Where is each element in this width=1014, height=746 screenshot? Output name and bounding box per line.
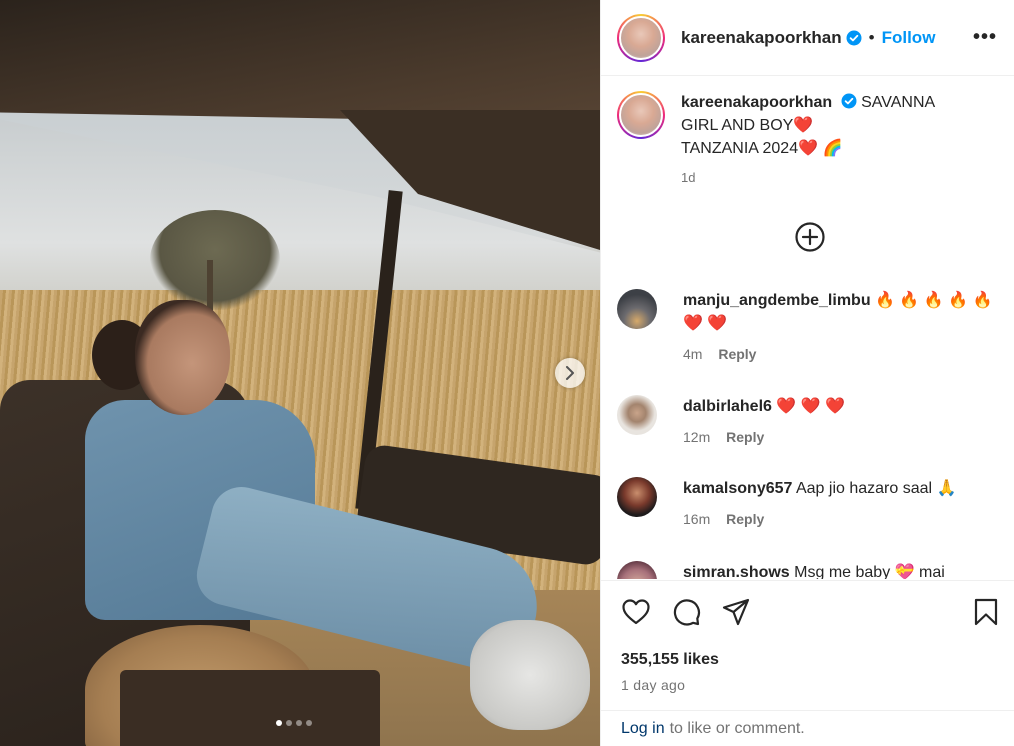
carousel-dot [306, 720, 312, 726]
reply-button[interactable]: Reply [726, 511, 764, 527]
commenter-username[interactable]: simran.shows [683, 564, 790, 579]
caption-line-2: GIRL AND BOY❤️ [681, 117, 814, 134]
caption-username[interactable]: kareenakapoorkhan [681, 94, 832, 111]
carousel-dot [276, 720, 282, 726]
commenter-avatar[interactable] [617, 477, 657, 517]
comment-time: 12m [683, 429, 711, 445]
person-head [135, 300, 230, 415]
commenter-username[interactable]: dalbirlahel6 [683, 398, 772, 415]
comment-text: ❤️ ❤️ ❤️ [776, 398, 846, 415]
post-header: kareenakapoorkhan • Follow ••• [601, 0, 1014, 76]
comment-time: 16m [683, 511, 711, 527]
login-prompt-text: to like or comment. [669, 719, 805, 737]
caption-author-avatar[interactable] [617, 91, 665, 139]
comment-time: 4m [683, 346, 703, 362]
verified-badge-icon [841, 93, 857, 109]
reply-button[interactable]: Reply [726, 429, 764, 445]
commenter-username[interactable]: kamalsony657 [683, 480, 792, 497]
bookmark-icon[interactable] [971, 597, 1001, 627]
separator-dot: • [868, 27, 875, 47]
heart-icon[interactable] [621, 597, 651, 627]
commenter-avatar[interactable] [617, 395, 657, 435]
post-actions: 355,155 likes 1 day ago [601, 580, 1014, 710]
acacia-tree [150, 210, 280, 310]
next-slide-button[interactable] [555, 358, 585, 388]
add-circle-icon[interactable] [794, 221, 826, 253]
post-caption: kareenakapoorkhan SAVANNA GIRL AND BOY❤️… [617, 91, 981, 189]
sneaker [470, 620, 590, 730]
commenter-avatar[interactable] [617, 561, 657, 579]
commenter-avatar[interactable] [617, 289, 657, 329]
post-date: 1 day ago [621, 677, 686, 693]
login-link[interactable]: Log in [621, 720, 665, 738]
share-icon[interactable] [721, 597, 751, 627]
comment-item: simran.shows Msg me baby 💝 mai [617, 561, 1003, 579]
post-photo[interactable] [0, 0, 600, 746]
commenter-username[interactable]: manju_angdembe_limbu [683, 292, 871, 309]
caption-time: 1d [681, 170, 696, 185]
likes-count[interactable]: 355,155 likes [621, 651, 719, 669]
vehicle-box [120, 670, 380, 746]
caption-line-3: TANZANIA 2024❤️ 🌈 [681, 140, 843, 157]
post-details-panel: kareenakapoorkhan • Follow ••• kareenaka… [600, 0, 1014, 746]
login-prompt: Log in to like or comment. [601, 710, 1014, 746]
comment-item: manju_angdembe_limbu 🔥 🔥 🔥 🔥 🔥 ❤️ ❤️ 4m … [617, 289, 1003, 366]
comment-item: dalbirlahel6 ❤️ ❤️ ❤️ 12m Reply [617, 395, 1003, 449]
reply-button[interactable]: Reply [718, 346, 756, 362]
carousel-dot [286, 720, 292, 726]
chevron-right-icon [566, 366, 574, 380]
carousel-dot [296, 720, 302, 726]
carousel-indicator [276, 720, 312, 726]
more-options-icon[interactable]: ••• [973, 26, 997, 49]
author-avatar[interactable] [617, 13, 665, 62]
comment-text: Aap jio hazaro saal 🙏 [795, 480, 957, 497]
comments-section[interactable]: kareenakapoorkhan SAVANNA GIRL AND BOY❤️… [601, 77, 1014, 579]
verified-badge-icon [846, 30, 862, 46]
comment-item: kamalsony657 Aap jio hazaro saal 🙏 16m R… [617, 477, 1003, 531]
caption-line-1: SAVANNA [861, 94, 936, 111]
comment-icon[interactable] [671, 597, 701, 627]
follow-button[interactable]: Follow [882, 28, 936, 48]
author-username[interactable]: kareenakapoorkhan [681, 28, 842, 48]
comment-text: Msg me baby 💝 mai [794, 564, 945, 579]
